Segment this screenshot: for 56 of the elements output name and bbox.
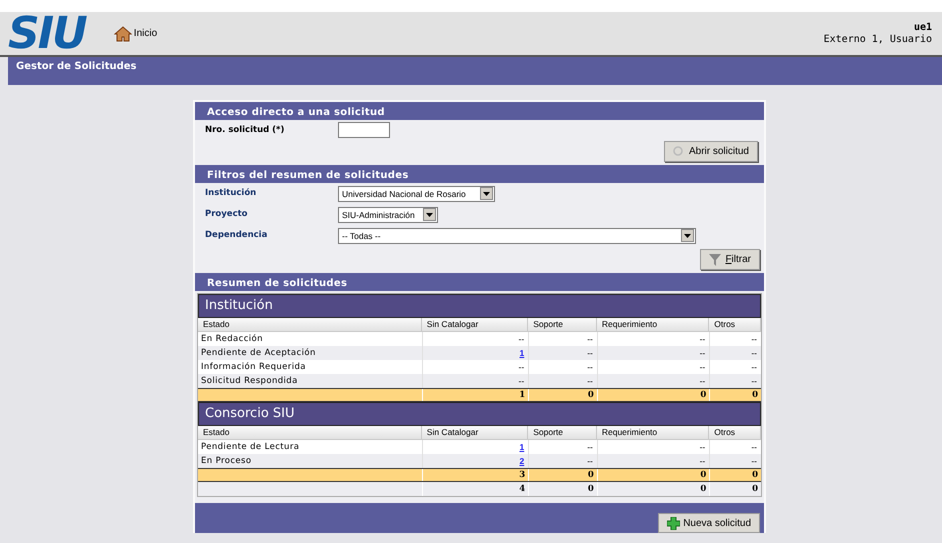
dropdown[interactable]: -- Todas -- (338, 228, 696, 244)
search-icon (672, 146, 685, 158)
field-label: Nro. solicitud (*) (205, 124, 286, 136)
table-cell-text: En Proceso (200, 455, 252, 468)
column-header: Soporte (528, 318, 597, 332)
table-cell-text: Solicitud Respondida (200, 375, 299, 388)
total-cell: 0 (528, 482, 597, 496)
section-header: Filtros del resumen de solicitudes (195, 165, 764, 183)
dropdown[interactable]: Universidad Nacional de Rosario (338, 186, 495, 202)
total-cell: 4 (422, 482, 528, 496)
house-icon (114, 26, 132, 42)
column-header: Soporte (528, 426, 597, 440)
title-bar: Gestor de Solicitudes (8, 57, 942, 85)
dropdown[interactable]: SIU-Administración (338, 206, 438, 222)
user-name: Externo 1, Usuario (824, 34, 932, 46)
open-button[interactable]: Abrir solicitud (664, 141, 758, 162)
filter-button[interactable]: Filtrar (700, 249, 760, 270)
table-cell-text: En Redacción (200, 333, 264, 346)
table-cell-text: Información Requerida (200, 361, 307, 374)
table-cell-text: Pendiente de Aceptación (200, 347, 317, 360)
column-header: Otros (709, 426, 762, 440)
table-cell-text: Pendiente de Lectura (200, 441, 300, 454)
logo: SIU (8, 12, 86, 56)
column-header: Sin Catalogar (422, 318, 528, 332)
total-cell: 0 (709, 482, 761, 496)
home-link[interactable]: Inicio (114, 26, 158, 42)
field-label: Dependencia (205, 229, 268, 242)
funnel-icon (709, 254, 722, 266)
count-link[interactable]: 2 (519, 456, 524, 466)
section-header: Acceso directo a una solicitud (195, 102, 764, 120)
column-header: Requerimiento (596, 318, 710, 332)
total-cell: 3 (422, 469, 528, 481)
count-link[interactable]: 1 (519, 348, 524, 358)
total-cell: 0 (709, 389, 761, 401)
total-cell: 0 (528, 389, 597, 401)
field-label: Proyecto (205, 208, 249, 221)
total-cell: 0 (596, 482, 710, 496)
total-cell: 0 (596, 469, 710, 481)
input-field[interactable] (338, 122, 390, 138)
column-header: Estado (198, 426, 422, 440)
column-header: Sin Catalogar (422, 426, 528, 440)
section-header: Resumen de solicitudes (195, 273, 764, 291)
group-header: Institución (198, 294, 761, 318)
new-request-button[interactable]: Nueva solicitud (658, 513, 760, 533)
total-cell: 0 (596, 389, 710, 401)
column-header: Otros (709, 318, 762, 332)
total-cell: 1 (422, 389, 528, 401)
total-cell: 0 (528, 469, 597, 481)
group-header: Consorcio SIU (198, 402, 761, 426)
field-label: Institución (205, 187, 258, 200)
column-header: Requerimiento (596, 426, 710, 440)
column-header: Estado (198, 318, 422, 332)
user-id: ue1 (912, 22, 932, 34)
plus-icon (667, 516, 680, 530)
total-cell: 0 (709, 469, 761, 481)
count-link[interactable]: 1 (519, 442, 524, 452)
